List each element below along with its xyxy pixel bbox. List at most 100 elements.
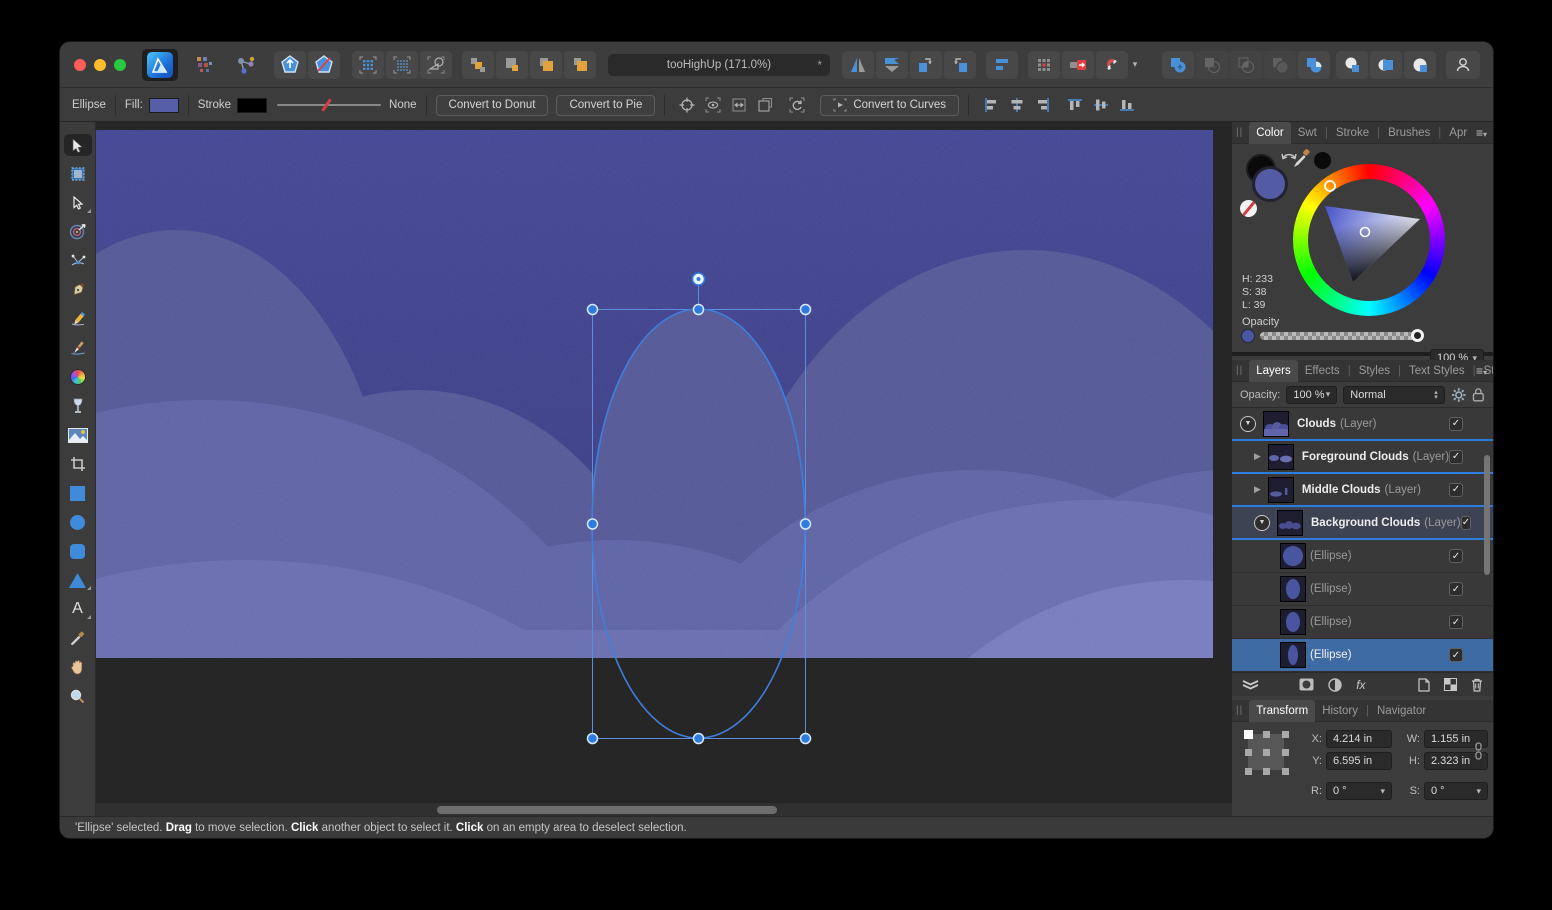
rotate-counterclockwise-icon[interactable] <box>910 51 942 79</box>
show-grid-icon[interactable] <box>352 51 384 79</box>
handle-bottom-center[interactable] <box>694 734 704 744</box>
layer-row-foreground-clouds[interactable]: ▶ Foreground Clouds (Layer) ✓ <box>1232 441 1493 474</box>
node-tool[interactable] <box>64 192 92 214</box>
account-icon[interactable] <box>1446 51 1480 79</box>
insert-behind-icon[interactable] <box>1336 51 1368 79</box>
blend-mode-select[interactable]: Normal ▴▾ <box>1343 386 1445 404</box>
transform-separately-icon[interactable] <box>752 94 778 116</box>
layers-opacity-field[interactable]: 100 %▾ <box>1286 386 1337 404</box>
adjustment-layer-icon[interactable] <box>1328 678 1342 692</box>
layer-thumbnail[interactable] <box>1268 477 1294 503</box>
rectangle-tool[interactable] <box>64 482 92 504</box>
layer-thumbnail[interactable] <box>1280 543 1306 569</box>
move-by-whole-pixels-icon[interactable] <box>1062 51 1094 79</box>
canvas-viewport[interactable] <box>96 122 1232 816</box>
move-to-front-icon[interactable] <box>564 51 596 79</box>
layer-effects-icon[interactable]: fx <box>1356 678 1365 692</box>
traffic-minimize-button[interactable] <box>94 59 106 71</box>
show-pixel-grid-icon[interactable] <box>386 51 418 79</box>
tab-stroke[interactable]: Stroke <box>1329 124 1376 142</box>
visibility-checkbox[interactable]: ✓ <box>1449 483 1463 497</box>
x-field[interactable]: 4.214 in <box>1326 730 1392 748</box>
stroke-swatch[interactable] <box>237 98 267 113</box>
layer-row-background-clouds[interactable]: ▼ Background Clouds (Layer) ✓ <box>1232 507 1493 540</box>
rotate-selection-box-icon[interactable] <box>784 94 810 116</box>
insert-inside-icon[interactable] <box>1370 51 1402 79</box>
opacity-slider[interactable] <box>1260 332 1420 340</box>
fill-tool[interactable] <box>64 366 92 388</box>
show-handles-icon[interactable] <box>726 94 752 116</box>
layer-thumbnail[interactable] <box>1280 642 1306 668</box>
expand-collapse-icon[interactable]: ▼ <box>1254 515 1270 531</box>
layer-thumbnail[interactable] <box>1280 576 1306 602</box>
zoom-tool[interactable] <box>64 685 92 707</box>
add-pixel-layer-icon[interactable] <box>1444 678 1457 691</box>
flip-horizontal-icon[interactable] <box>842 51 874 79</box>
tab-color[interactable]: Color <box>1249 122 1290 144</box>
boolean-combine-icon[interactable] <box>1298 51 1330 79</box>
align-right-icon[interactable] <box>1030 94 1056 116</box>
flip-vertical-icon[interactable] <box>876 51 908 79</box>
corner-tool[interactable] <box>64 250 92 272</box>
view-hand-tool[interactable] <box>64 656 92 678</box>
tab-styles[interactable]: Styles <box>1352 362 1397 380</box>
layers-vertical-scrollbar[interactable] <box>1484 455 1490 575</box>
tab-layers[interactable]: Layers <box>1249 360 1298 382</box>
move-to-back-icon[interactable] <box>462 51 494 79</box>
panel-menu-icon[interactable]: ≡▾ <box>1476 364 1487 378</box>
visibility-checkbox[interactable]: ✓ <box>1449 615 1463 629</box>
place-image-tool[interactable] <box>64 424 92 446</box>
revert-defaults-icon[interactable] <box>308 51 340 79</box>
rotate-clockwise-icon[interactable] <box>944 51 976 79</box>
visibility-checkbox[interactable]: ✓ <box>1449 648 1463 662</box>
rotation-field[interactable]: 0 °▾ <box>1326 782 1392 800</box>
pen-tool[interactable] <box>64 279 92 301</box>
force-pixel-alignment-icon[interactable] <box>1028 51 1060 79</box>
layer-thumbnail[interactable] <box>1263 411 1289 437</box>
stroke-width-slider[interactable] <box>277 97 381 113</box>
align-middle-vertically-icon[interactable] <box>1088 94 1114 116</box>
tab-transform[interactable]: Transform <box>1249 700 1315 722</box>
handle-bottom-left[interactable] <box>588 734 598 744</box>
convert-to-pie-button[interactable]: Convert to Pie <box>556 95 655 116</box>
edit-all-layers-icon[interactable] <box>1242 678 1259 692</box>
manage-grids-icon[interactable] <box>420 51 452 79</box>
layer-row-clouds[interactable]: ▼ Clouds (Layer) ✓ <box>1232 408 1493 441</box>
tab-effects[interactable]: Effects <box>1298 362 1347 380</box>
snapping-magnet-icon[interactable] <box>1096 51 1128 79</box>
hue-pointer[interactable] <box>1325 181 1335 191</box>
traffic-close-button[interactable] <box>74 59 86 71</box>
color-wheel[interactable] <box>1293 164 1445 316</box>
tab-brushes[interactable]: Brushes <box>1381 124 1437 142</box>
share-icon[interactable] <box>230 51 262 79</box>
artistic-text-tool[interactable]: A <box>64 598 92 620</box>
alignment-icon[interactable] <box>986 51 1018 79</box>
snapping-options-caret-icon[interactable]: ▾ <box>1128 51 1142 79</box>
visibility-checkbox[interactable]: ✓ <box>1461 516 1471 530</box>
layer-row-middle-clouds[interactable]: ▶ Middle Clouds (Layer) ✓ <box>1232 474 1493 507</box>
traffic-zoom-button[interactable] <box>114 59 126 71</box>
point-transform-tool[interactable] <box>64 221 92 243</box>
no-fill-well[interactable] <box>1240 200 1257 217</box>
layer-row-ellipse-4-selected[interactable]: (Ellipse) ✓ <box>1232 639 1493 672</box>
layer-row-ellipse-2[interactable]: (Ellipse) ✓ <box>1232 573 1493 606</box>
align-bottom-icon[interactable] <box>1114 94 1140 116</box>
blend-options-gear-icon[interactable] <box>1451 387 1467 403</box>
boolean-add-icon[interactable] <box>1162 51 1194 79</box>
tab-appearance[interactable]: Apr <box>1442 124 1474 142</box>
move-tool[interactable] <box>64 134 92 156</box>
fill-color-well[interactable] <box>1252 166 1288 202</box>
synchronize-defaults-icon[interactable] <box>274 51 306 79</box>
align-left-icon[interactable] <box>978 94 1004 116</box>
color-picker-tool[interactable] <box>64 627 92 649</box>
panel-menu-icon[interactable]: ≡▾ <box>1476 126 1487 140</box>
y-field[interactable]: 6.595 in <box>1326 752 1392 770</box>
transparency-tool[interactable] <box>64 395 92 417</box>
lock-icon[interactable] <box>1472 387 1485 402</box>
anchor-point-selector[interactable] <box>1244 730 1292 778</box>
app-icon-button[interactable] <box>142 49 178 81</box>
ellipse-tool[interactable] <box>64 511 92 533</box>
expand-collapse-icon[interactable]: ▼ <box>1240 416 1256 432</box>
expand-collapse-icon[interactable]: ▶ <box>1254 484 1261 495</box>
visibility-checkbox[interactable]: ✓ <box>1449 582 1463 596</box>
